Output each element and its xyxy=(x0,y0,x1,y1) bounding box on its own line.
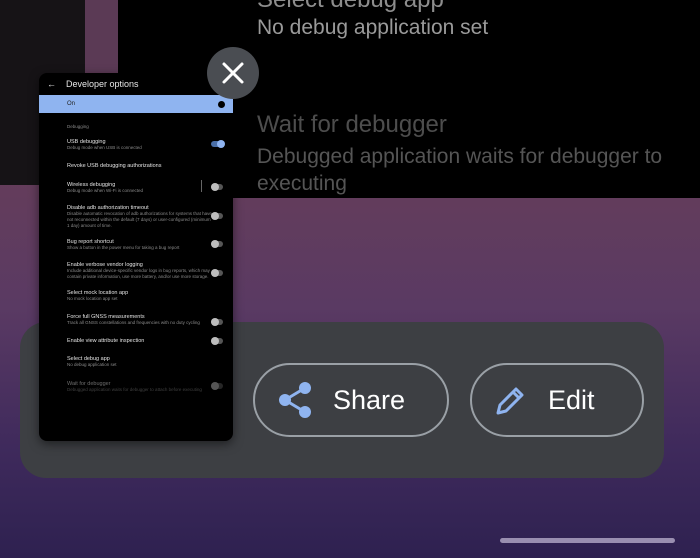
thumb-row: USB debugging Debug mode when USB is con… xyxy=(39,139,233,151)
back-arrow-icon: ← xyxy=(47,79,56,89)
screenshot-thumbnail[interactable]: ← Developer options On Debugging USB deb… xyxy=(39,73,233,441)
thumb-main-toggle-bar: On xyxy=(39,95,233,113)
toggle-switch xyxy=(211,317,223,326)
toggle-switch xyxy=(211,268,223,277)
thumb-row: Enable verbose vendor logging Include ad… xyxy=(39,262,233,280)
share-button-label: Share xyxy=(333,384,406,415)
toggle-knob-icon xyxy=(218,100,225,108)
toggle-switch xyxy=(211,211,223,220)
thumb-row: Force full GNSS measurements Track all G… xyxy=(39,314,233,326)
thumb-row: Wait for debugger Debugged application w… xyxy=(39,381,233,393)
close-icon xyxy=(222,62,244,84)
toggle-switch xyxy=(211,182,223,191)
thumb-row: Wireless debugging Debug mode when Wi-Fi… xyxy=(39,180,233,194)
bg-item-select-debug-app-title: Select debug app xyxy=(257,0,444,14)
toggle-switch xyxy=(211,336,223,345)
thumb-main-toggle-label: On xyxy=(67,101,76,107)
thumb-row: Revoke USB debugging authorizations xyxy=(67,163,162,169)
bg-item-select-debug-app-sub: No debug application set xyxy=(257,16,489,39)
bg-item-wait-debugger-title: Wait for debugger xyxy=(257,111,447,138)
thumb-row: Enable view attribute inspection xyxy=(39,336,233,345)
home-gesture-bar[interactable] xyxy=(500,538,675,543)
thumb-title: Developer options xyxy=(66,79,139,89)
thumb-section-header: Debugging xyxy=(67,124,89,129)
pencil-icon xyxy=(496,387,524,415)
share-icon xyxy=(279,382,311,418)
thumb-row: Bug report shortcut Show a button in the… xyxy=(39,239,233,251)
close-button[interactable] xyxy=(207,47,259,99)
edit-button-label: Edit xyxy=(548,384,595,415)
edit-button[interactable]: Edit xyxy=(470,363,644,437)
toggle-switch xyxy=(211,139,225,148)
thumb-row: Select mock location app No mock locatio… xyxy=(67,290,129,301)
bg-item-wait-debugger-sub1: Debugged application waits for debugger … xyxy=(257,145,663,168)
toggle-switch xyxy=(211,381,223,390)
thumb-row: Disable adb authorization timeout Disabl… xyxy=(39,205,233,229)
bg-item-wait-debugger-sub2: executing xyxy=(257,172,347,195)
thumb-header: ← Developer options xyxy=(39,73,233,95)
thumb-row: Select debug app No debug application se… xyxy=(67,356,117,367)
divider xyxy=(201,180,202,192)
share-button[interactable]: Share xyxy=(253,363,449,437)
toggle-switch xyxy=(211,239,223,248)
